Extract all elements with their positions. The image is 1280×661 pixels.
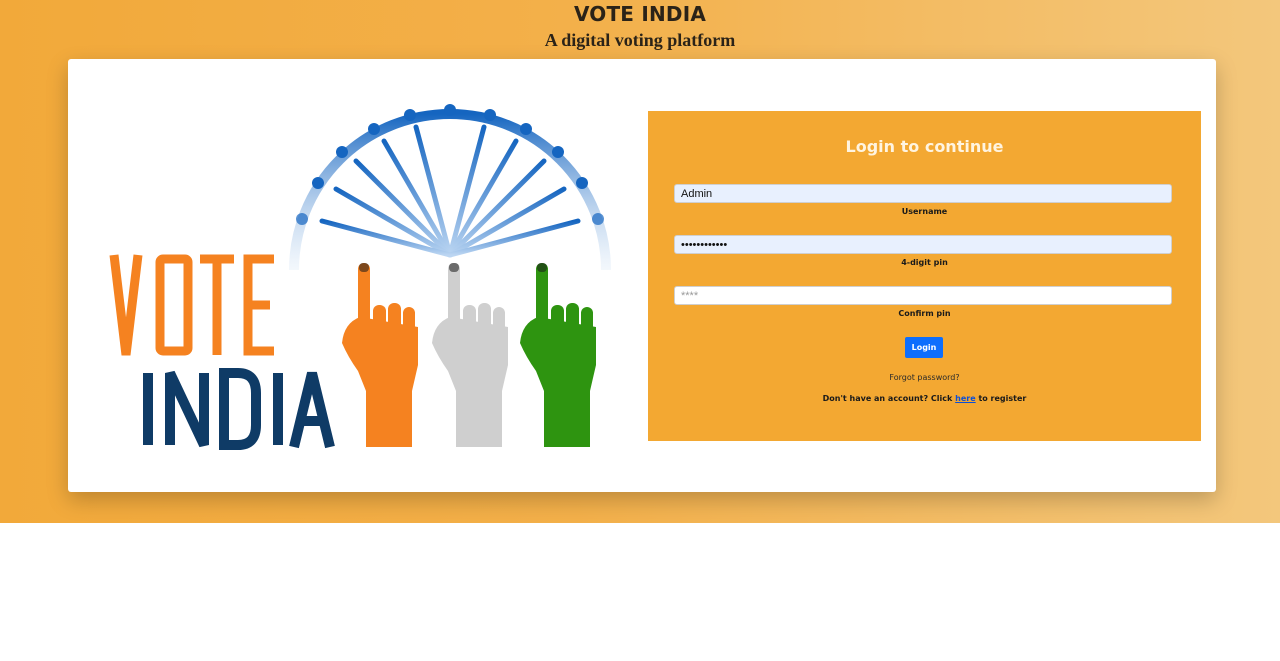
register-here-link[interactable]: here (955, 394, 976, 403)
register-suffix: to register (978, 394, 1027, 403)
india-word (143, 368, 335, 450)
confirm-pin-input[interactable] (674, 286, 1172, 305)
site-title: VOTE INDIA (573, 2, 707, 26)
site-subtitle: A digital voting platform (544, 30, 736, 50)
login-button[interactable]: Login (905, 337, 943, 358)
pin-input[interactable] (674, 235, 1172, 254)
vote-word (109, 254, 274, 356)
voting-finger-hands-icon (342, 263, 596, 447)
vote-india-hero-image (108, 95, 660, 487)
vote-india-logo (109, 104, 611, 450)
register-prompt: Don't have an account? Click here to reg… (648, 394, 1201, 403)
login-card: Login to continue Username 4-digit pin C… (68, 59, 1216, 492)
confirm-pin-label: Confirm pin (898, 309, 951, 318)
pin-label: 4-digit pin (901, 258, 948, 267)
header-banner: VOTE INDIA A digital voting platform Log… (0, 0, 1280, 523)
forgot-password-link[interactable]: Forgot password? (648, 373, 1201, 382)
username-label: Username (901, 207, 948, 216)
login-form-panel: Login to continue Username 4-digit pin C… (648, 111, 1201, 441)
register-prefix: Don't have an account? Click (822, 394, 953, 403)
username-input[interactable] (674, 184, 1172, 203)
ashoka-chakra-icon (289, 104, 611, 271)
login-heading: Login to continue (845, 137, 1004, 156)
